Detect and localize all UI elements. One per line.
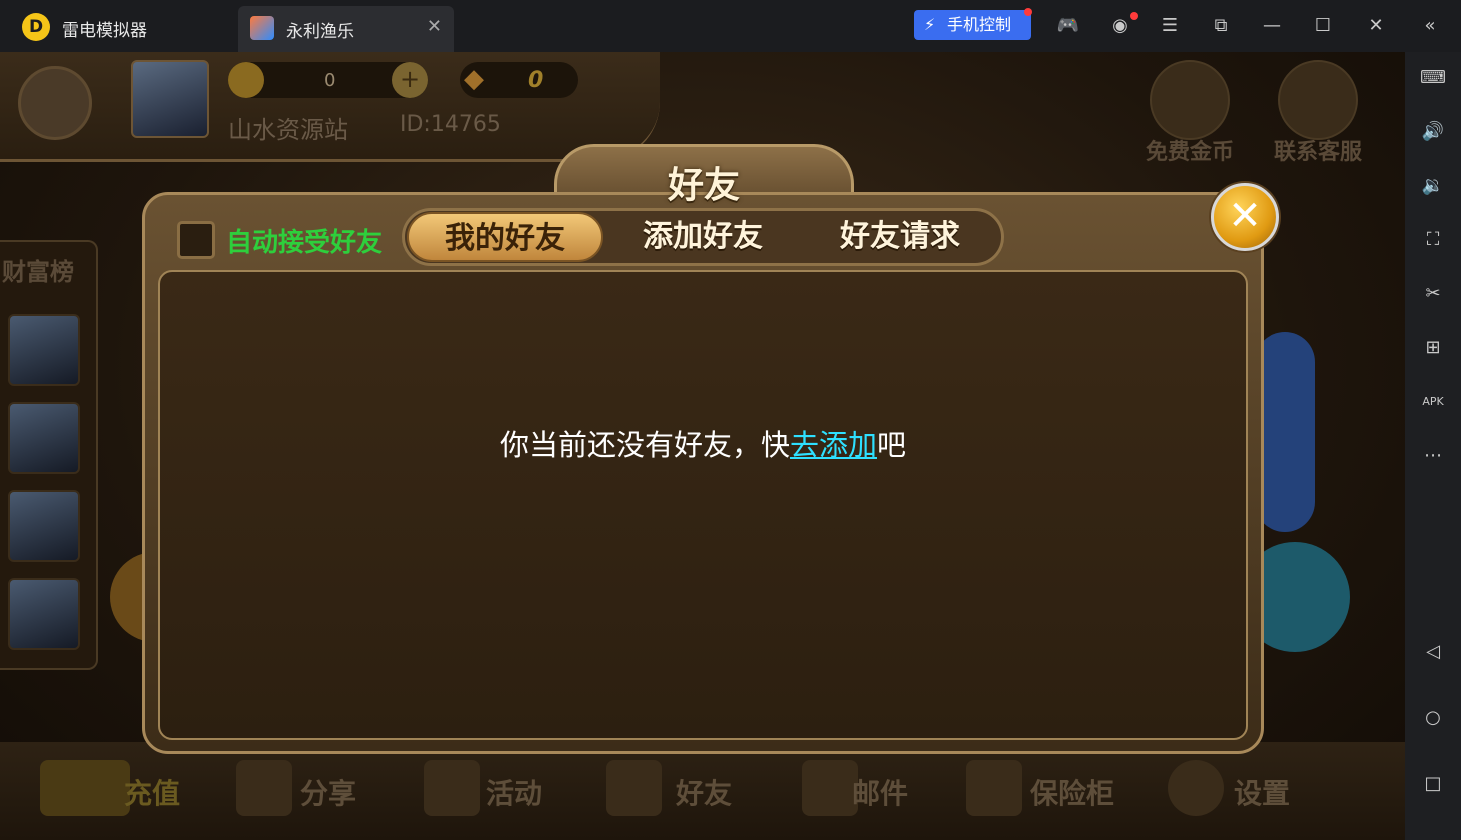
more-icon[interactable]: ⋯ — [1419, 442, 1447, 470]
maximize-icon[interactable]: ☐ — [1311, 14, 1335, 38]
empty-message-suffix: 吧 — [877, 428, 907, 462]
volume-up-icon[interactable]: 🔊 — [1419, 118, 1447, 146]
nav-friends[interactable]: 好友 — [676, 772, 732, 812]
player-info-bar: 0 + ◆ 0 山水资源站 ID:14765 — [0, 52, 660, 162]
rank-avatar[interactable] — [8, 490, 80, 562]
phone-control-label: 手机控制 — [947, 15, 1012, 34]
empty-friends-message: 你当前还没有好友，快去添加吧 — [160, 422, 1246, 464]
settings-gear-icon — [1168, 760, 1224, 816]
notification-dot — [1024, 8, 1032, 16]
collapse-sidebar-icon[interactable]: « — [1418, 14, 1442, 38]
game-app-icon — [250, 16, 274, 40]
app-title: 雷电模拟器 — [62, 21, 147, 41]
home-icon[interactable]: ○ — [1419, 704, 1447, 732]
vip-balance: ◆ 0 — [460, 62, 578, 98]
nav-recharge[interactable]: 充值 — [124, 772, 180, 812]
tab-close-icon[interactable]: ✕ — [427, 16, 442, 37]
gift-icon — [424, 760, 480, 816]
vip-gem-icon: ◆ — [464, 64, 484, 94]
mailbox-icon — [802, 760, 858, 816]
window-resize-icon[interactable]: ⧉ — [1209, 14, 1233, 38]
dialog-close-button[interactable]: ✕ — [1211, 183, 1279, 251]
free-coins-button[interactable]: 免费金币 — [1140, 60, 1240, 165]
go-add-friends-link[interactable]: 去添加 — [790, 428, 877, 462]
player-avatar[interactable] — [131, 60, 209, 138]
minimize-icon[interactable]: — — [1260, 14, 1284, 38]
auto-accept-checkbox[interactable] — [177, 221, 215, 259]
screenshot-icon[interactable]: ⛶ — [1419, 226, 1447, 254]
emulator-window: D 雷电模拟器 永利渔乐 ✕ ⚡ 手机控制 🎮 ◉ ☰ ⧉ — ☐ ✕ « 0 … — [0, 0, 1461, 840]
coin-icon — [228, 62, 264, 98]
tab-game[interactable]: 永利渔乐 ✕ — [238, 6, 454, 52]
multi-instance-icon[interactable]: ⊞ — [1419, 334, 1447, 362]
scissors-icon[interactable]: ✂ — [1419, 280, 1447, 308]
account-icon[interactable]: ◉ — [1108, 14, 1132, 38]
emulator-logo-icon: D — [22, 13, 50, 41]
tab-add-friends[interactable]: 添加好友 — [605, 212, 801, 262]
recents-icon[interactable]: □ — [1419, 770, 1447, 798]
dialog-title: 好友 — [667, 165, 740, 206]
coin-stack-icon — [1150, 60, 1230, 140]
tab-label: 永利渔乐 — [286, 22, 354, 42]
rank-avatar[interactable] — [8, 314, 80, 386]
emulator-sidebar: ⌨ 🔊 🔉 ⛶ ✂ ⊞ APK ⋯ ◁ ○ □ — [1405, 52, 1461, 840]
tab-friend-requests[interactable]: 好友请求 — [802, 212, 998, 262]
add-coins-button[interactable]: + — [392, 62, 428, 98]
bolt-icon: ⚡ — [924, 15, 936, 34]
gamepad-icon[interactable]: 🎮 — [1056, 14, 1080, 38]
customer-service-button[interactable]: 联系客服 — [1268, 60, 1368, 165]
nav-settings[interactable]: 设置 — [1234, 772, 1290, 812]
rank-avatar[interactable] — [8, 578, 80, 650]
exit-icon[interactable] — [18, 66, 92, 140]
phone-icon — [1278, 60, 1358, 140]
close-window-icon[interactable]: ✕ — [1364, 14, 1388, 38]
menu-icon[interactable]: ☰ — [1158, 14, 1182, 38]
tab-my-friends[interactable]: 我的好友 — [407, 212, 603, 262]
player-nickname: 山水资源站 — [228, 116, 348, 144]
friends-icon — [606, 760, 662, 816]
wealth-ranking-title: 财富榜 — [2, 258, 74, 286]
background-character-decoration — [1255, 332, 1315, 532]
vip-value: 0 — [528, 68, 544, 93]
close-icon: ✕ — [1228, 193, 1262, 239]
nav-safe[interactable]: 保险柜 — [1030, 772, 1114, 812]
nav-mail[interactable]: 邮件 — [852, 772, 908, 812]
coin-balance: 0 + — [228, 62, 428, 98]
rank-avatar[interactable] — [8, 402, 80, 474]
share-icon — [236, 760, 292, 816]
back-icon[interactable]: ◁ — [1419, 638, 1447, 666]
customer-service-label: 联系客服 — [1273, 140, 1362, 165]
empty-message-prefix: 你当前还没有好友，快 — [499, 428, 790, 462]
nav-activity[interactable]: 活动 — [486, 772, 542, 812]
player-id: ID:14765 — [400, 112, 501, 137]
auto-accept-label[interactable]: 自动接受好友 — [226, 222, 382, 259]
account-notification-dot — [1130, 12, 1138, 20]
bottom-nav: 充值 分享 活动 好友 邮件 保险柜 设置 — [0, 742, 1405, 840]
phone-control-button[interactable]: ⚡ 手机控制 — [914, 10, 1031, 40]
money-bag-icon — [40, 760, 130, 816]
keyboard-icon[interactable]: ⌨ — [1419, 64, 1447, 92]
bank-icon — [966, 760, 1022, 816]
free-coins-label: 免费金币 — [1145, 140, 1234, 165]
apk-install-icon[interactable]: APK — [1419, 388, 1447, 416]
friends-list-panel: 你当前还没有好友，快去添加吧 — [158, 270, 1248, 740]
nav-share[interactable]: 分享 — [300, 772, 356, 812]
title-bar: D 雷电模拟器 永利渔乐 ✕ ⚡ 手机控制 🎮 ◉ ☰ ⧉ — ☐ ✕ « — [0, 0, 1461, 52]
wealth-ranking-panel: 财富榜 — [0, 240, 98, 670]
coin-value: 0 — [324, 70, 336, 91]
volume-down-icon[interactable]: 🔉 — [1419, 172, 1447, 200]
